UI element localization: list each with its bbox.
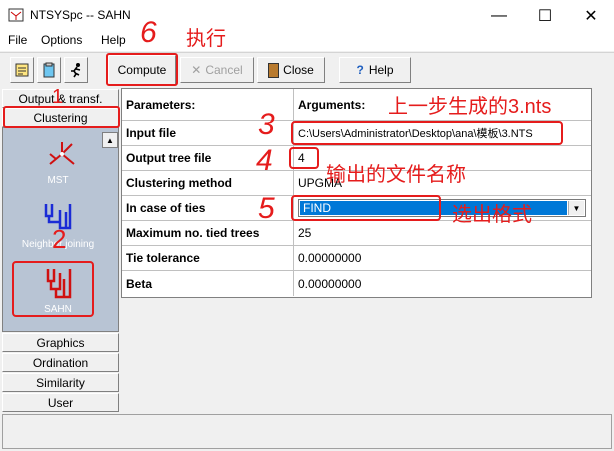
menu-help[interactable]: Help bbox=[101, 33, 126, 47]
table-row: Beta 0.00000000 bbox=[122, 271, 591, 296]
menu-file[interactable]: File bbox=[8, 33, 27, 47]
help-icon: ? bbox=[356, 63, 364, 77]
annotation-execute: 执行 bbox=[186, 28, 226, 50]
beta-field[interactable]: 0.00000000 bbox=[294, 271, 591, 296]
annotation-number-6: 6 bbox=[140, 16, 157, 49]
ties-select[interactable]: FIND ▼ bbox=[298, 199, 586, 217]
sidebar-clustering[interactable]: Clustering bbox=[2, 108, 119, 127]
cancel-icon: ✕ bbox=[191, 63, 202, 77]
mst-icon[interactable] bbox=[46, 138, 78, 172]
close-button[interactable]: Close bbox=[257, 57, 325, 83]
open-icon[interactable] bbox=[10, 57, 34, 83]
table-row: Input file C:\Users\Administrator\Deskto… bbox=[122, 121, 591, 146]
cancel-button[interactable]: ✕ Cancel bbox=[180, 57, 254, 83]
input-file-field[interactable]: C:\Users\Administrator\Desktop\ana\模板\3.… bbox=[294, 121, 591, 145]
parameters-grid: Parameters: Arguments: Input file C:\Use… bbox=[121, 88, 592, 298]
menu-bar bbox=[0, 31, 614, 51]
door-icon bbox=[268, 62, 280, 78]
sidebar-similarity[interactable]: Similarity bbox=[2, 373, 119, 392]
status-bar bbox=[2, 414, 612, 449]
help-label: Help bbox=[368, 63, 394, 77]
clipboard-icon[interactable] bbox=[37, 57, 61, 83]
annotation-input-note: 上一步生成的3.nts bbox=[388, 96, 552, 118]
run-icon[interactable] bbox=[64, 57, 88, 83]
param-beta: Beta bbox=[122, 271, 294, 296]
close-window-button[interactable]: ✕ bbox=[568, 0, 614, 31]
close-label: Close bbox=[283, 63, 314, 77]
help-button[interactable]: ? Help bbox=[339, 57, 411, 83]
annotation-output-note: 输出的文件名称 bbox=[326, 164, 466, 186]
cancel-label: Cancel bbox=[205, 63, 243, 77]
window-title: NTSYSpc -- SAHN bbox=[30, 8, 131, 22]
compute-button[interactable]: Compute bbox=[108, 55, 176, 85]
sidebar-ordination[interactable]: Ordination bbox=[2, 353, 119, 372]
param-tie-tolerance: Tie tolerance bbox=[122, 246, 294, 270]
tool-sahn-label: SAHN bbox=[44, 304, 72, 315]
app-icon bbox=[8, 8, 24, 22]
sahn-icon[interactable] bbox=[44, 267, 76, 301]
sidebar-user[interactable]: User bbox=[2, 393, 119, 412]
annotation-number-1: 1 bbox=[52, 86, 64, 108]
annotation-format-note: 选出格式 bbox=[452, 204, 532, 226]
minimize-button[interactable]: — bbox=[476, 0, 522, 31]
sidebar-graphics[interactable]: Graphics bbox=[2, 333, 119, 352]
tie-tolerance-field[interactable]: 0.00000000 bbox=[294, 246, 591, 270]
maximize-button[interactable]: ☐ bbox=[522, 0, 568, 31]
annotation-number-4: 4 bbox=[256, 144, 273, 177]
ties-select-cell: FIND ▼ bbox=[294, 196, 591, 220]
tool-mst-label: MST bbox=[47, 175, 69, 186]
max-tied-trees-field[interactable]: 25 bbox=[294, 221, 591, 245]
chevron-down-icon[interactable]: ▼ bbox=[568, 201, 584, 215]
menu-options[interactable]: Options bbox=[41, 33, 82, 47]
annotation-number-5: 5 bbox=[258, 192, 275, 225]
scroll-up-icon[interactable]: ▲ bbox=[102, 132, 118, 148]
table-row: Tie tolerance 0.00000000 bbox=[122, 246, 591, 271]
annotation-number-2: 2 bbox=[52, 224, 67, 254]
annotation-number-3: 3 bbox=[258, 108, 275, 141]
